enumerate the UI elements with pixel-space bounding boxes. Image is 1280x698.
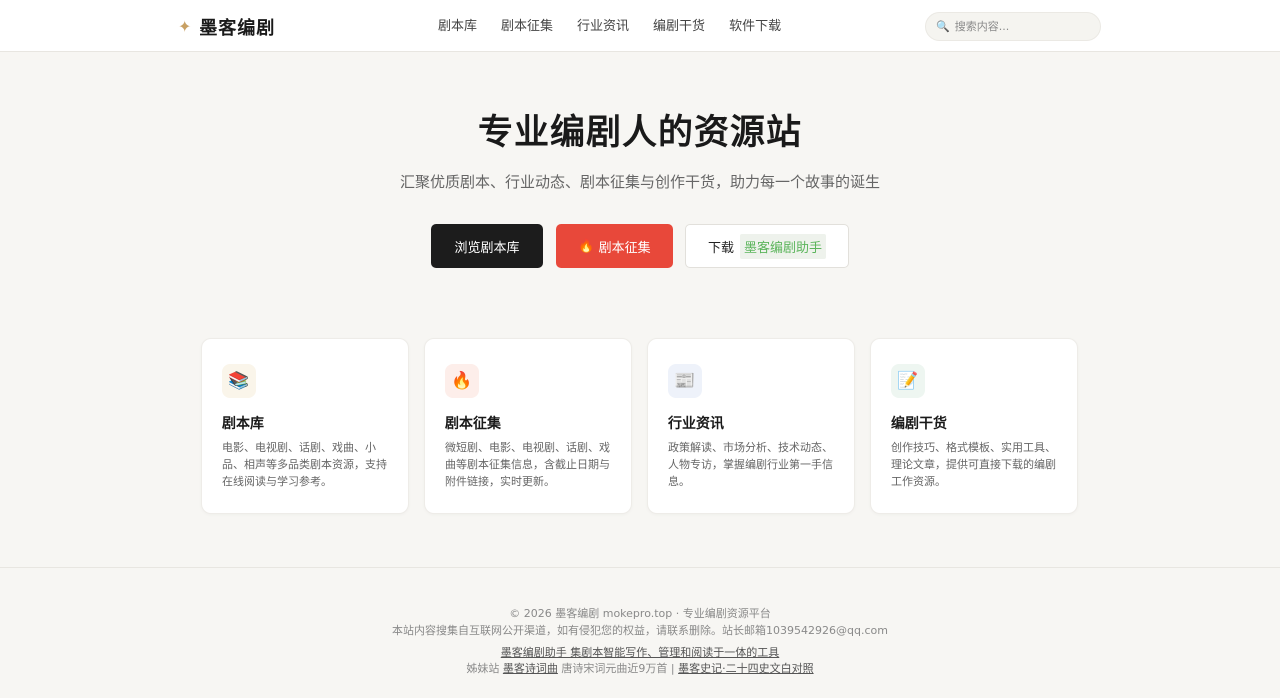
search-icon: 🔍	[936, 20, 950, 33]
top-header: ✦ 墨客编剧 剧本库 剧本征集 行业资讯 编剧干货 软件下载 🔍	[0, 0, 1280, 52]
sparkle-icon: ✦	[178, 17, 192, 36]
fire-icon: 🔥	[445, 364, 479, 398]
card-script-library[interactable]: 📚 剧本库 电影、电视剧、话剧、戏曲、小品、相声等多品类剧本资源，支持在线阅读与…	[201, 338, 409, 514]
footer-copyright: © 2026 墨客编剧 mokepro.top · 专业编剧资源平台	[509, 607, 771, 620]
brand-logo[interactable]: ✦ 墨客编剧	[178, 14, 275, 40]
footer-promo: 墨客编剧助手 集剧本智能写作、管理和阅读于一体的工具	[0, 644, 1280, 660]
page-footer: © 2026 墨客编剧 mokepro.top · 专业编剧资源平台 本站内容搜…	[0, 567, 1280, 698]
card-title: 编剧干货	[891, 416, 947, 432]
memo-icon: 📝	[891, 364, 925, 398]
newspaper-icon: 📰	[668, 364, 702, 398]
search-box[interactable]: 🔍	[925, 12, 1101, 41]
sister-text: 唐诗宋词元曲近9万首 |	[561, 662, 675, 675]
card-industry-news[interactable]: 📰 行业资讯 政策解读、市场分析、技术动态、人物专访，掌握编剧行业第一手信息。	[647, 338, 855, 514]
download-app-name: 墨客编剧助手	[740, 233, 827, 259]
promo-link[interactable]: 墨客编剧助手 集剧本智能写作、管理和阅读于一体的工具	[501, 646, 780, 659]
nav-item-script-contest[interactable]: 剧本征集	[501, 16, 553, 38]
nav-item-script-library[interactable]: 剧本库	[438, 16, 477, 38]
card-description: 微短剧、电影、电视剧、话剧、戏曲等剧本征集信息，含截止日期与附件链接，实时更新。	[445, 441, 610, 488]
card-description: 政策解读、市场分析、技术动态、人物专访，掌握编剧行业第一手信息。	[668, 441, 833, 488]
hero-title: 专业编剧人的资源站	[477, 113, 802, 153]
card-script-contest[interactable]: 🔥 剧本征集 微短剧、电影、电视剧、话剧、戏曲等剧本征集信息，含截止日期与附件链…	[424, 338, 632, 514]
nav-item-software-download[interactable]: 软件下载	[729, 16, 781, 38]
nav-item-writing-tips[interactable]: 编剧干货	[653, 16, 705, 38]
books-icon: 📚	[222, 364, 256, 398]
sister-label: 姊妹站	[466, 662, 500, 675]
download-label: 下载	[707, 240, 734, 256]
card-title: 行业资讯	[668, 416, 724, 432]
nav-item-industry-news[interactable]: 行业资讯	[577, 16, 629, 38]
card-title: 剧本征集	[445, 416, 501, 432]
card-writing-tips[interactable]: 📝 编剧干货 创作技巧、格式模板、实用工具、理论文章，提供可直接下载的编剧工作资…	[870, 338, 1078, 514]
footer-disclaimer: 本站内容搜集自互联网公开渠道，如有侵犯您的权益，请联系删除。站长邮箱103954…	[392, 624, 888, 637]
script-contest-label: 剧本征集	[598, 240, 651, 256]
sister-link-poetry[interactable]: 墨客诗词曲	[503, 662, 558, 675]
search-input[interactable]	[954, 20, 1090, 33]
hero-subtitle: 汇聚优质剧本、行业动态、剧本征集与创作干货，助力每一个故事的诞生	[399, 173, 880, 191]
card-title: 剧本库	[222, 416, 264, 432]
card-description: 创作技巧、格式模板、实用工具、理论文章，提供可直接下载的编剧工作资源。	[891, 441, 1056, 488]
script-contest-button[interactable]: 🔥 剧本征集	[556, 224, 673, 268]
fire-icon: 🔥	[578, 238, 595, 254]
sister-link-history[interactable]: 墨客史记·二十四史文白对照	[678, 662, 814, 675]
brand-name: 墨客编剧	[199, 18, 276, 39]
main-nav: 剧本库 剧本征集 行业资讯 编剧干货 软件下载	[438, 16, 781, 38]
footer-sister-sites: 姊妹站 墨客诗词曲 唐诗宋词元曲近9万首 | 墨客史记·二十四史文白对照	[0, 660, 1280, 676]
download-assistant-button[interactable]: 下载 墨客编剧助手	[685, 224, 849, 268]
card-description: 电影、电视剧、话剧、戏曲、小品、相声等多品类剧本资源，支持在线阅读与学习参考。	[222, 441, 387, 488]
browse-library-label: 浏览剧本库	[454, 240, 520, 256]
browse-library-button[interactable]: 浏览剧本库	[431, 224, 543, 268]
